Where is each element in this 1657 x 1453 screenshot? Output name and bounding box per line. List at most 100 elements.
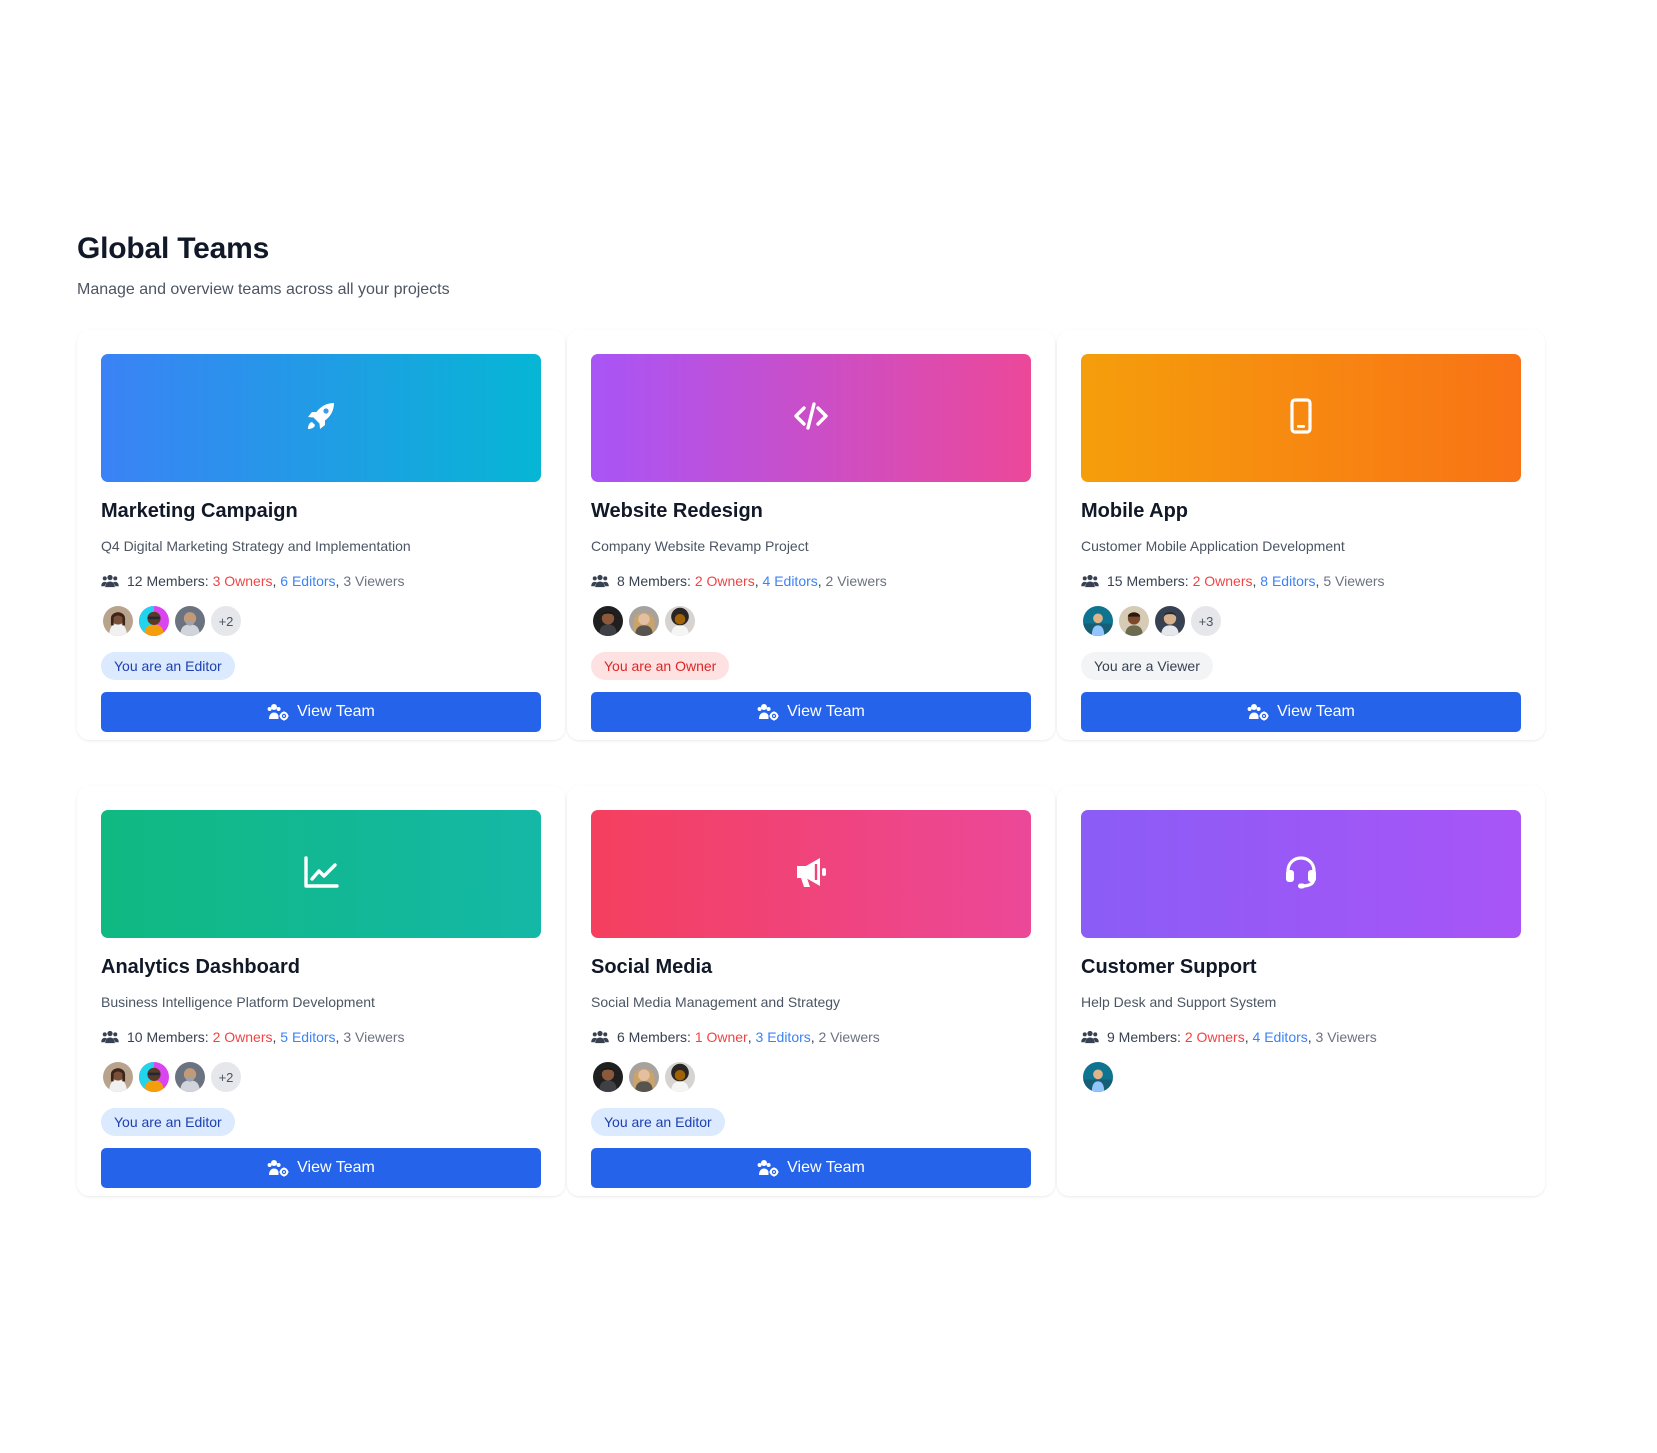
viewers-count: 2 Viewers — [818, 1029, 880, 1045]
users-icon — [1081, 574, 1099, 588]
role-badge: You are an Editor — [101, 652, 235, 680]
team-banner — [591, 810, 1031, 938]
team-members-summary: 10 Members: 2 Owners, 5 Editors, 3 Viewe… — [101, 1029, 405, 1045]
member-avatars: +3 — [1081, 604, 1223, 638]
users-cog-icon — [267, 703, 289, 721]
members-count: 6 Members: — [617, 1029, 691, 1045]
editors-count: 5 Editors — [280, 1029, 336, 1045]
view-team-button[interactable]: View Team — [591, 692, 1031, 732]
team-banner — [1081, 354, 1521, 482]
view-team-label: View Team — [297, 1159, 375, 1176]
role-badge: You are an Editor — [101, 1108, 235, 1136]
viewers-count: 3 Viewers — [1315, 1029, 1377, 1045]
member-avatars: +2 — [101, 604, 243, 638]
editors-count: 8 Editors — [1260, 573, 1316, 589]
avatar[interactable] — [137, 604, 171, 638]
avatar[interactable] — [1081, 1060, 1115, 1094]
members-count: 9 Members: — [1107, 1029, 1181, 1045]
avatar[interactable] — [1081, 604, 1115, 638]
team-members-summary: 12 Members: 3 Owners, 6 Editors, 3 Viewe… — [101, 573, 405, 589]
team-name: Website Redesign — [591, 500, 763, 522]
users-cog-icon — [1247, 703, 1269, 721]
team-banner — [101, 354, 541, 482]
rocket-icon — [301, 396, 341, 441]
role-badge: You are a Viewer — [1081, 652, 1213, 680]
avatar[interactable] — [591, 1060, 625, 1094]
view-team-label: View Team — [297, 703, 375, 720]
team-description: Business Intelligence Platform Developme… — [101, 994, 375, 1010]
users-cog-icon — [757, 703, 779, 721]
avatar[interactable] — [137, 1060, 171, 1094]
team-members-summary: 6 Members: 1 Owner, 3 Editors, 2 Viewers — [591, 1029, 880, 1045]
view-team-label: View Team — [787, 703, 865, 720]
more-members-count[interactable]: +2 — [209, 604, 243, 638]
team-members-summary: 8 Members: 2 Owners, 4 Editors, 2 Viewer… — [591, 573, 887, 589]
team-name: Marketing Campaign — [101, 500, 298, 522]
code-icon — [791, 396, 831, 441]
team-description: Social Media Management and Strategy — [591, 994, 841, 1010]
chart-line-icon — [301, 852, 341, 897]
megaphone-icon — [791, 852, 831, 897]
team-banner — [1081, 810, 1521, 938]
users-icon — [101, 574, 119, 588]
headset-icon — [1281, 852, 1321, 897]
viewers-count: 2 Viewers — [825, 573, 887, 589]
viewers-count: 5 Viewers — [1323, 573, 1385, 589]
editors-count: 4 Editors — [1252, 1029, 1308, 1045]
view-team-button[interactable]: View Team — [101, 692, 541, 732]
member-avatars — [591, 1060, 699, 1094]
owners-count: 1 Owner — [694, 1029, 748, 1045]
member-avatars — [591, 604, 699, 638]
editors-count: 3 Editors — [755, 1029, 811, 1045]
role-badge: You are an Owner — [591, 652, 730, 680]
editors-count: 6 Editors — [280, 573, 336, 589]
page-subtitle: Manage and overview teams across all you… — [77, 281, 450, 298]
member-avatars: +2 — [101, 1060, 243, 1094]
avatar[interactable] — [627, 604, 661, 638]
avatar[interactable] — [663, 604, 697, 638]
team-card: Mobile App Customer Mobile Application De… — [1057, 330, 1545, 740]
avatar[interactable] — [663, 1060, 697, 1094]
view-team-button[interactable]: View Team — [101, 1148, 541, 1188]
team-description: Help Desk and Support System — [1081, 994, 1277, 1010]
members-count: 15 Members: — [1107, 573, 1189, 589]
view-team-button[interactable]: View Team — [591, 1148, 1031, 1188]
avatar[interactable] — [1153, 604, 1187, 638]
viewers-count: 3 Viewers — [343, 1029, 405, 1045]
avatar[interactable] — [591, 604, 625, 638]
team-name: Customer Support — [1081, 956, 1257, 978]
team-card: Social Media Social Media Management and … — [567, 786, 1055, 1196]
team-description: Q4 Digital Marketing Strategy and Implem… — [101, 538, 411, 554]
users-icon — [591, 1030, 609, 1044]
team-members-summary: 15 Members: 2 Owners, 8 Editors, 5 Viewe… — [1081, 573, 1385, 589]
users-cog-icon — [757, 1159, 779, 1177]
team-card: Customer Support Help Desk and Support Sy… — [1057, 786, 1545, 1196]
owners-count: 2 Owners — [1184, 1029, 1245, 1045]
members-count: 12 Members: — [127, 573, 209, 589]
team-description: Customer Mobile Application Development — [1081, 538, 1345, 554]
avatar[interactable] — [627, 1060, 661, 1094]
avatar[interactable] — [173, 1060, 207, 1094]
team-name: Analytics Dashboard — [101, 956, 300, 978]
view-team-label: View Team — [787, 1159, 865, 1176]
team-name: Mobile App — [1081, 500, 1189, 522]
avatar[interactable] — [1117, 604, 1151, 638]
more-members-count[interactable]: +2 — [209, 1060, 243, 1094]
team-card: Website Redesign Company Website Revamp P… — [567, 330, 1055, 740]
view-team-button[interactable]: View Team — [1081, 692, 1521, 732]
owners-count: 2 Owners — [212, 1029, 273, 1045]
avatar[interactable] — [101, 604, 135, 638]
more-members-count[interactable]: +3 — [1189, 604, 1223, 638]
members-count: 10 Members: — [127, 1029, 209, 1045]
users-icon — [591, 574, 609, 588]
avatar[interactable] — [101, 1060, 135, 1094]
mobile-icon — [1281, 396, 1321, 441]
team-members-summary: 9 Members: 2 Owners, 4 Editors, 3 Viewer… — [1081, 1029, 1377, 1045]
view-team-label: View Team — [1277, 703, 1355, 720]
members-count: 8 Members: — [617, 573, 691, 589]
team-name: Social Media — [591, 956, 713, 978]
users-icon — [1081, 1030, 1099, 1044]
avatar[interactable] — [173, 604, 207, 638]
owners-count: 3 Owners — [212, 573, 273, 589]
users-cog-icon — [267, 1159, 289, 1177]
